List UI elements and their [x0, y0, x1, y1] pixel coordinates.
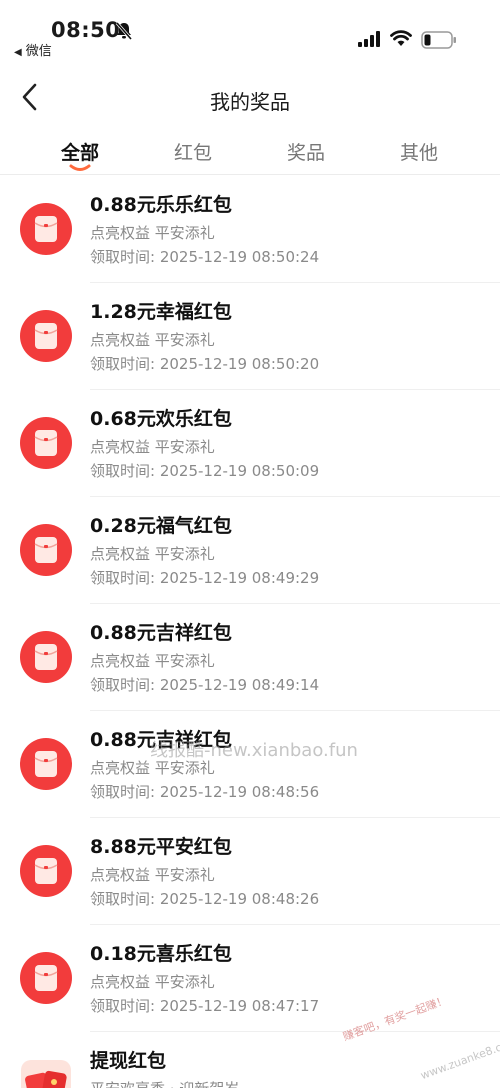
list-item[interactable]: 0.18元喜乐红包 点亮权益 平安添礼 领取时间: 2025-12-19 08:…: [0, 925, 500, 1032]
item-time: 领取时间: 2025-12-19 08:49:29: [90, 569, 320, 587]
list-item[interactable]: 0.68元欢乐红包 点亮权益 平安添礼 领取时间: 2025-12-19 08:…: [0, 390, 500, 497]
signal-icon: [358, 31, 380, 47]
item-title: 提现红包: [90, 1050, 167, 1072]
item-title: 0.28元福气红包: [90, 515, 232, 537]
red-packet-icon: [20, 417, 72, 469]
item-time: 领取时间: 2025-12-19 08:48:56: [90, 783, 320, 801]
item-title: 0.18元喜乐红包: [90, 943, 232, 965]
tab-prizes[interactable]: 奖品: [261, 138, 351, 165]
item-time: 领取时间: 2025-12-19 08:48:26: [90, 890, 320, 908]
item-time: 领取时间: 2025-12-19 08:50:20: [90, 355, 320, 373]
item-time: 领取时间: 2025-12-19 08:50:09: [90, 462, 320, 480]
back-app-label: 微信: [25, 44, 52, 59]
tab-all[interactable]: 全部: [35, 138, 125, 165]
nav-bar: 我的奖品: [0, 70, 500, 126]
watermark: 线报酷-new.xianbao.fun: [150, 740, 358, 761]
red-packets-stack-icon: [21, 1060, 71, 1088]
page: 08:50 ◀ 微信 我的奖品 全部 红包 奖品 其他 0.88元乐乐红包 点亮…: [0, 0, 500, 1088]
item-title: 0.88元乐乐红包: [90, 194, 232, 216]
item-subtitle: 点亮权益 平安添礼: [90, 652, 215, 670]
prize-list: 0.88元乐乐红包 点亮权益 平安添礼 领取时间: 2025-12-19 08:…: [0, 176, 500, 1088]
item-subtitle: 点亮权益 平安添礼: [90, 545, 215, 563]
active-tab-indicator: [69, 164, 91, 171]
red-packet-icon: [20, 631, 72, 683]
list-item[interactable]: 0.88元乐乐红包 点亮权益 平安添礼 领取时间: 2025-12-19 08:…: [0, 176, 500, 283]
red-packet-icon: [20, 524, 72, 576]
list-item[interactable]: 1.28元幸福红包 点亮权益 平安添礼 领取时间: 2025-12-19 08:…: [0, 283, 500, 390]
red-packet-icon: [20, 310, 72, 362]
back-triangle-icon: ◀: [14, 47, 22, 58]
item-time: 领取时间: 2025-12-19 08:47:17: [90, 997, 320, 1015]
tab-other[interactable]: 其他: [374, 138, 464, 165]
item-subtitle: 平安欢享季 · 迎新贺岁: [90, 1078, 239, 1088]
item-subtitle: 点亮权益 平安添礼: [90, 438, 215, 456]
battery-icon: [421, 31, 456, 49]
item-title: 1.28元幸福红包: [90, 301, 232, 323]
red-packet-icon: [20, 203, 72, 255]
status-time: 08:50: [51, 18, 121, 42]
item-subtitle: 点亮权益 平安添礼: [90, 973, 215, 991]
item-time: 领取时间: 2025-12-19 08:50:24: [90, 248, 320, 266]
wifi-icon: [390, 30, 412, 46]
back-to-app[interactable]: ◀ 微信: [14, 40, 52, 59]
item-title: 0.68元欢乐红包: [90, 408, 232, 430]
tab-bar: 全部 红包 奖品 其他: [0, 130, 500, 176]
item-title: 8.88元平安红包: [90, 836, 232, 858]
item-subtitle: 点亮权益 平安添礼: [90, 331, 215, 349]
red-packet-icon: [20, 738, 72, 790]
list-item[interactable]: 8.88元平安红包 点亮权益 平安添礼 领取时间: 2025-12-19 08:…: [0, 818, 500, 925]
item-subtitle: 点亮权益 平安添礼: [90, 866, 215, 884]
list-item[interactable]: 0.88元吉祥红包 点亮权益 平安添礼 领取时间: 2025-12-19 08:…: [0, 711, 500, 818]
tabs-divider: [0, 174, 500, 175]
red-packet-icon: [20, 845, 72, 897]
bell-slash-icon: [115, 22, 133, 40]
tab-red-packet[interactable]: 红包: [148, 138, 238, 165]
item-time: 领取时间: 2025-12-19 08:49:14: [90, 676, 320, 694]
list-item[interactable]: 0.28元福气红包 点亮权益 平安添礼 领取时间: 2025-12-19 08:…: [0, 497, 500, 604]
status-bar: 08:50 ◀ 微信: [0, 0, 500, 62]
red-packet-icon: [20, 952, 72, 1004]
item-title: 0.88元吉祥红包: [90, 622, 232, 644]
item-subtitle: 点亮权益 平安添礼: [90, 224, 215, 242]
list-item[interactable]: 0.88元吉祥红包 点亮权益 平安添礼 领取时间: 2025-12-19 08:…: [0, 604, 500, 711]
page-title: 我的奖品: [210, 90, 290, 114]
